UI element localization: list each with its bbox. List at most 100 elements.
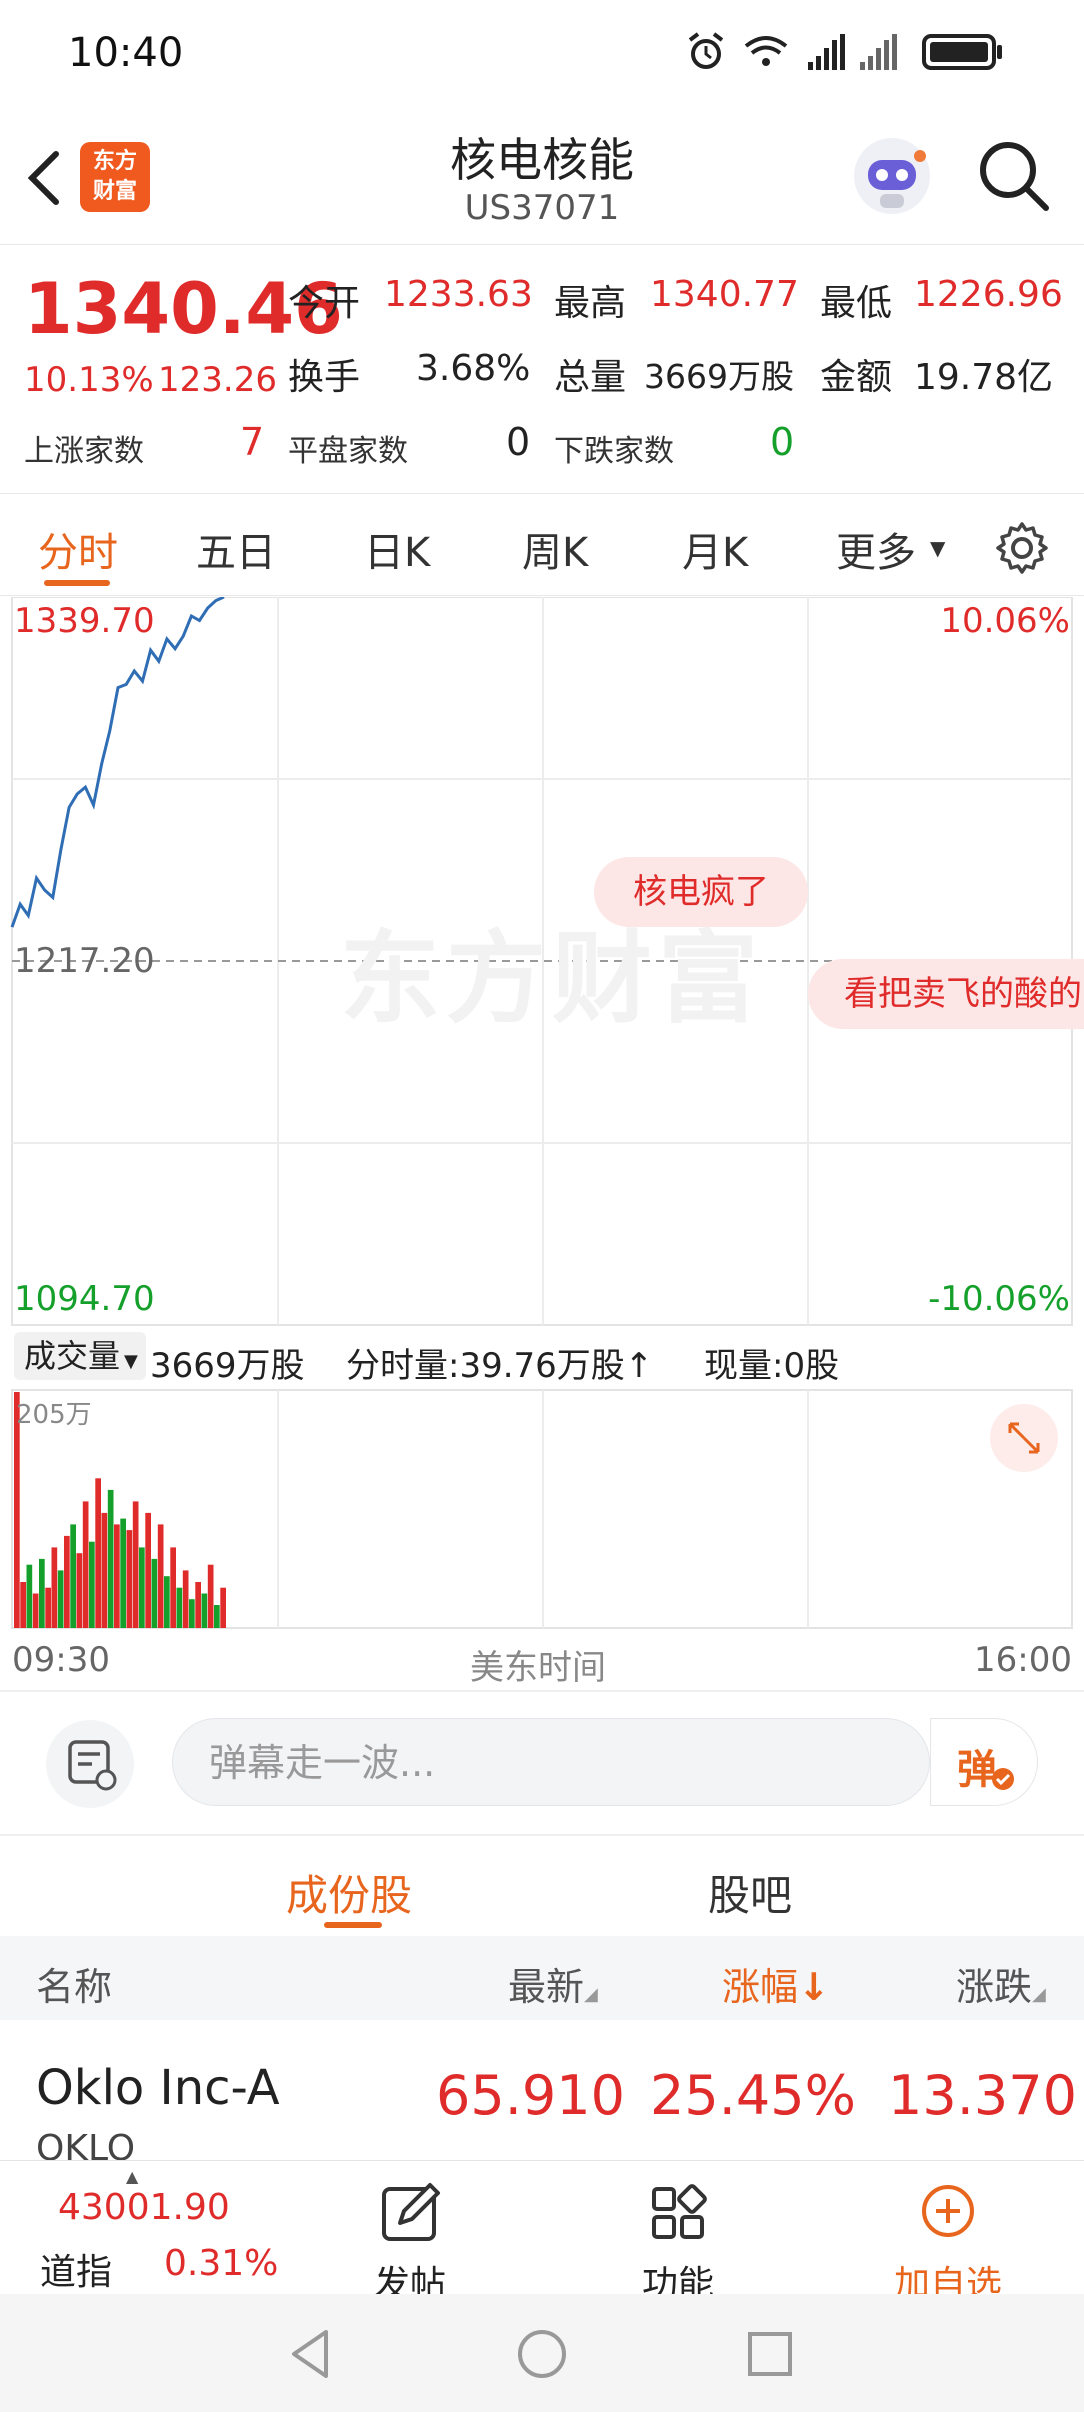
table-row[interactable]: Oklo Inc-A OKLO 65.910 25.45% 13.370 [0, 2022, 1084, 2169]
volume-bar [164, 1576, 170, 1628]
volume-bar [64, 1535, 70, 1628]
index-pct: 0.31% [164, 2243, 279, 2284]
volume-bar [120, 1518, 126, 1628]
section-tab-underline [324, 1922, 382, 1928]
app-logo[interactable]: 东方 财富 [80, 142, 150, 212]
volume-bar [207, 1564, 214, 1628]
section-tabs: 成份股 股吧 [0, 1836, 1084, 1936]
volume-chart: 205万 [0, 1388, 1084, 1630]
edit-icon [382, 2183, 440, 2241]
down-count-label: 下跌家数 [554, 434, 674, 469]
volume-bar [20, 1582, 26, 1628]
volume-bar [95, 1478, 101, 1628]
sort-icon: ◢ [584, 1984, 598, 2005]
status-icons [688, 32, 1002, 70]
tab-forum[interactable]: 股吧 [708, 1862, 792, 1923]
status-bar: 10:40 [0, 0, 1084, 110]
price-series-line [10, 597, 225, 928]
danmaku-bubble: 核电疯了 [594, 857, 808, 927]
column-change[interactable]: 涨跌◢ [956, 1956, 1046, 2011]
column-latest[interactable]: 最新◢ [508, 1956, 598, 2011]
volume-bar [101, 1512, 108, 1628]
battery-icon [922, 34, 1002, 70]
volume-bar [157, 1524, 164, 1628]
add-watchlist-button[interactable]: 加自选 [888, 2171, 1008, 2305]
danmaku-input[interactable]: 弹幕走一波... [172, 1718, 930, 1806]
sort-icon: ◢ [1032, 1984, 1046, 2005]
tab-monthly-k[interactable]: 月K [682, 520, 748, 578]
danmaku-send-button[interactable]: 弹 [930, 1718, 1038, 1806]
nav-home-icon[interactable] [512, 2324, 572, 2384]
volume-bar [51, 1547, 58, 1628]
status-time: 10:40 [68, 30, 184, 76]
quote-panel: 1340.46 10.13% 123.26 今开 1233.63 最高 1340… [0, 246, 1084, 494]
tab-constituents[interactable]: 成份股 [286, 1862, 412, 1923]
header: 东方 财富 核电核能 US37071 [0, 110, 1084, 245]
volume-value: 3669万股 [644, 357, 794, 396]
gear-icon[interactable] [994, 520, 1050, 576]
high-value: 1340.77 [650, 274, 799, 315]
stock-change: 13.370 [888, 2064, 1077, 2127]
time-axis-label: 美东时间 [470, 1648, 606, 1688]
page-title: 核电核能 [450, 133, 634, 187]
column-change-pct[interactable]: 涨幅↓ [722, 1956, 830, 2011]
current-volume: 现量:0股 [704, 1346, 840, 1386]
danmaku-list-button[interactable] [46, 1720, 134, 1808]
functions-button[interactable]: 功能 [618, 2171, 738, 2305]
column-name[interactable]: 名称 [36, 1956, 112, 2011]
amount-label: 金额 [820, 357, 893, 398]
volume-max-label: 205万 [16, 1400, 92, 1430]
volume-bar [189, 1599, 195, 1628]
plus-circle-icon [922, 2185, 974, 2237]
table-header: 名称 最新◢ 涨幅↓ 涨跌◢ [0, 1936, 1084, 2020]
amount-value: 19.78亿 [914, 357, 1054, 398]
column-latest-label: 最新 [508, 1965, 585, 2009]
bottom-toolbar: ▲ 43001.90 道指 0.31% 发帖 功能 加自选 [0, 2160, 1084, 2305]
volume-bar [45, 1587, 51, 1628]
volume-bar [220, 1587, 226, 1628]
search-icon[interactable] [976, 138, 1052, 214]
volume-bar [176, 1587, 183, 1628]
tab-five-day[interactable]: 五日 [196, 520, 276, 578]
tab-intraday[interactable]: 分时 [38, 520, 118, 578]
tab-daily-k[interactable]: 日K [364, 520, 430, 578]
tab-weekly-k[interactable]: 周K [522, 520, 588, 578]
danmaku-row: 弹幕走一波... 弹 [0, 1692, 1084, 1834]
volume-bar [170, 1547, 176, 1628]
danmaku-bubble: 看把卖飞的酸的 [808, 959, 1084, 1029]
tab-active-underline [44, 580, 110, 586]
grid-icon [652, 2184, 707, 2239]
open-label: 今开 [288, 283, 361, 324]
open-value: 1233.63 [384, 274, 533, 315]
wifi-icon [744, 36, 788, 66]
nav-recents-icon[interactable] [740, 2324, 800, 2384]
assistant-robot-icon[interactable] [850, 134, 934, 218]
volume-indicator-select[interactable]: 成交量 ▼ [14, 1332, 146, 1380]
system-nav-bar [0, 2294, 1084, 2412]
post-button[interactable]: 发帖 [350, 2171, 470, 2305]
volume-bar [201, 1593, 208, 1628]
index-value: 43001.90 [58, 2187, 230, 2228]
low-label: 最低 [820, 283, 893, 324]
volume-bar [57, 1570, 64, 1628]
volume-bar [145, 1512, 151, 1628]
low-value: 1226.96 [914, 274, 1063, 315]
axis-bottom-pct: -10.06% [928, 1279, 1070, 1319]
up-count: 7 [240, 420, 265, 464]
axis-bottom-price: 1094.70 [14, 1279, 155, 1319]
intraday-chart[interactable]: 东方财富 1339.70 10.06% 1217.20 1094.70 -10.… [0, 597, 1084, 1327]
check-badge-icon [992, 1768, 1014, 1790]
nav-back-icon[interactable] [280, 2324, 340, 2384]
tab-more[interactable]: 更多 [836, 520, 916, 578]
column-change-label: 涨跌 [956, 1965, 1033, 2009]
expand-button[interactable] [990, 1404, 1058, 1472]
up-count-label: 上涨家数 [24, 434, 144, 469]
volume-bar [32, 1593, 39, 1628]
volume-bar [151, 1558, 158, 1628]
volume-bar [132, 1501, 139, 1628]
back-icon[interactable] [24, 148, 64, 208]
volume-indicator-label: 成交量 [24, 1337, 121, 1375]
chevron-down-icon: ▼ [930, 536, 946, 560]
stock-name: Oklo Inc-A [36, 2060, 280, 2116]
volume-bar [214, 1605, 220, 1628]
